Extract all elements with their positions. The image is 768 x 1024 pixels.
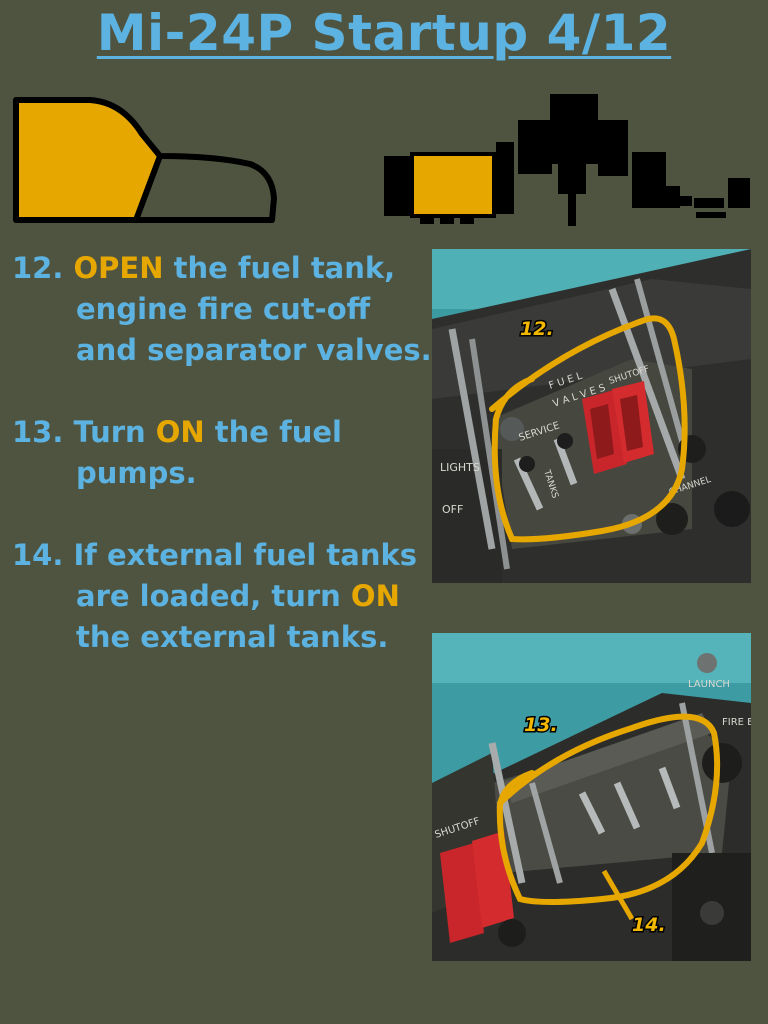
step-14: 14. If external fuel tanks are loaded, t… (12, 538, 418, 654)
keyword-open: OPEN (73, 251, 164, 285)
photo-fuel-valves: LIGHTS OFF F U E L V A L V E S SHUTOFF S… (432, 249, 751, 583)
panel-label-fire-ext: FIRE EX (722, 717, 751, 728)
callout-12: 12. (520, 318, 554, 340)
page-title: Mi-24P Startup 4/12 (96, 4, 672, 62)
cockpit-silhouette-icon (13, 97, 277, 223)
callout-14: 14. (632, 914, 666, 936)
keyword-on: ON (155, 415, 205, 449)
fuel-panel-highlight (414, 156, 492, 214)
cockpit-filled-section (18, 102, 158, 218)
step-12: 12. OPEN the fuel tank, engine fire cut-… (12, 251, 432, 367)
panel-label-launch: LAUNCH (688, 679, 730, 690)
panel-label-lights: LIGHTS (440, 461, 480, 474)
panel-label-off: OFF (442, 503, 463, 516)
panel-layout-diagram-icon (384, 94, 750, 226)
callout-13: 13. (524, 714, 558, 736)
step-13: 13. Turn ON the fuel pumps. (12, 415, 342, 490)
keyword-on: ON (350, 579, 400, 613)
photo-fuel-pumps: LAUNCH FIRE EX SHUTOFF 13. 14. (432, 633, 751, 961)
step-list: 12. OPEN the fuel tank, engine fire cut-… (12, 248, 432, 699)
